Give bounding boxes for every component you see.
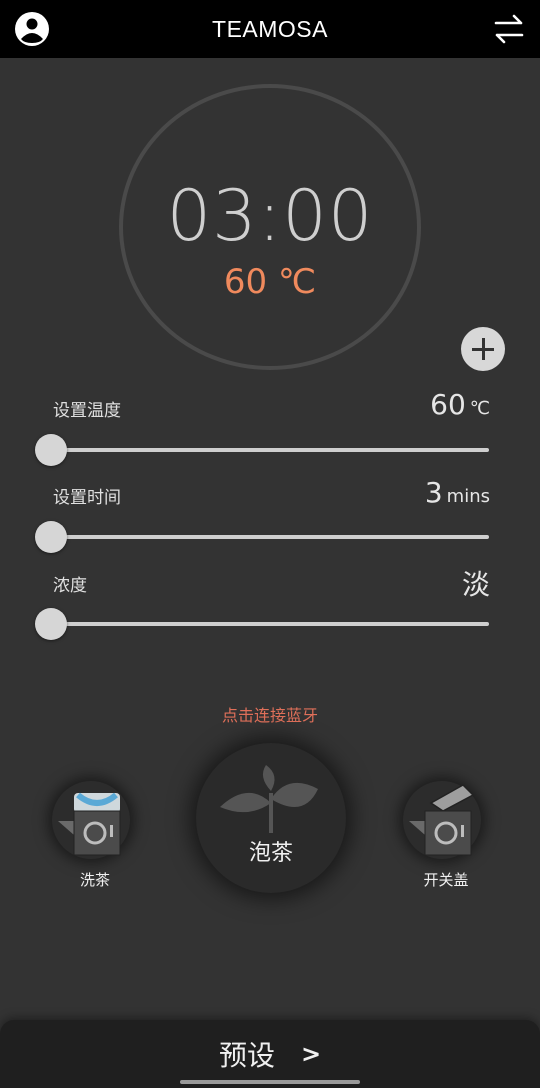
time-setting-value: 3 mins xyxy=(425,476,490,509)
temperature-readout: 60 ℃ xyxy=(223,262,317,302)
brew-tea-button[interactable]: 泡茶 xyxy=(196,743,346,893)
temperature-value: 60 xyxy=(430,388,466,421)
strength-slider-track[interactable] xyxy=(46,622,489,626)
temperature-setting-value: 60 ℃ xyxy=(430,388,490,421)
strength-setting-label: 浓度 xyxy=(53,576,87,596)
strength-setting-value: 淡 xyxy=(462,563,490,603)
app-header: TEAMOSA xyxy=(0,0,540,58)
time-value: 3 xyxy=(424,476,443,509)
strength-value: 淡 xyxy=(461,568,490,601)
wash-tea-button[interactable] xyxy=(52,781,130,859)
time-unit: mins xyxy=(446,486,490,507)
strength-slider-knob[interactable] xyxy=(35,608,67,640)
add-button[interactable] xyxy=(461,327,505,371)
chevron-right-icon: > xyxy=(300,1040,322,1068)
teapot-lid-icon xyxy=(409,784,475,856)
swap-icon[interactable] xyxy=(494,13,524,45)
lid-toggle-button[interactable] xyxy=(403,781,481,859)
lid-toggle-label: 开关盖 xyxy=(423,871,469,889)
time-setting-label: 设置时间 xyxy=(53,488,121,508)
preset-label: 预设 xyxy=(218,1039,275,1072)
user-icon[interactable] xyxy=(14,11,50,47)
tea-leaf-icon xyxy=(220,765,318,833)
app-title: TEAMOSA xyxy=(212,15,328,42)
connect-bluetooth-link[interactable]: 点击连接蓝牙 xyxy=(0,702,540,726)
temperature-slider-track[interactable] xyxy=(46,448,489,452)
temperature-unit: ℃ xyxy=(469,398,490,419)
temperature-setting-label: 设置温度 xyxy=(53,401,121,421)
teapot-wash-icon xyxy=(58,792,121,856)
preset-bar[interactable]: 预设 > xyxy=(0,1020,540,1088)
brew-tea-label: 泡茶 xyxy=(248,841,293,866)
home-indicator[interactable] xyxy=(180,1080,360,1084)
time-slider-knob[interactable] xyxy=(35,521,67,553)
wash-tea-label: 洗茶 xyxy=(79,871,110,889)
temperature-slider-knob[interactable] xyxy=(35,434,67,466)
timer-readout: 03:00 xyxy=(166,175,374,257)
time-slider-track[interactable] xyxy=(46,535,489,539)
